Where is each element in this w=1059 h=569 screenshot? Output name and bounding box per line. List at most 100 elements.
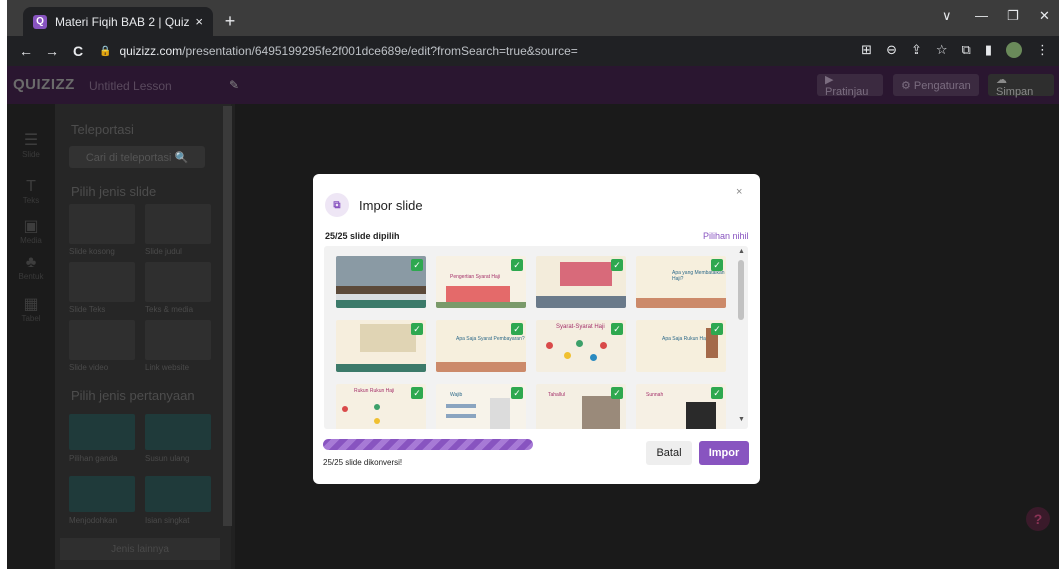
slide-thumbnail[interactable]: ✓ bbox=[336, 256, 426, 308]
slide-thumbnail[interactable]: Pengertian Syarat Haji ✓ bbox=[436, 256, 526, 308]
selected-count: 25/25 slide dipilih bbox=[325, 231, 400, 241]
thumb-text: Apa yang Membatalkan Haji? bbox=[672, 270, 725, 282]
url-host: quizizz.com bbox=[119, 44, 183, 58]
thumb-text: Apa Saja Rukun Haji? bbox=[662, 336, 711, 342]
editor-header: QUIZIZZ Untitled Lesson ✎ ▶ Pratinjau ⚙ … bbox=[7, 66, 1059, 104]
rail-item-text[interactable]: T Teks bbox=[7, 178, 55, 205]
sidebar-icon[interactable]: ▮ bbox=[985, 42, 992, 58]
rail-label: Tabel bbox=[21, 314, 41, 323]
back-icon[interactable]: ← bbox=[13, 43, 39, 59]
selected-check-icon: ✓ bbox=[411, 323, 423, 335]
slide-thumbnail[interactable]: Syarat-Syarat Haji ✓ bbox=[536, 320, 626, 372]
question-type-reorder[interactable] bbox=[145, 414, 211, 450]
slide-thumbnail[interactable]: Apa Saja Syarat Pembayaran? ✓ bbox=[436, 320, 526, 372]
rail-label: Teks bbox=[22, 196, 40, 205]
edit-title-pencil-icon[interactable]: ✎ bbox=[229, 78, 239, 92]
scroll-up-icon[interactable]: ▲ bbox=[738, 248, 745, 255]
modal-title: Impor slide bbox=[359, 198, 423, 213]
thumb-text: Apa Saja Syarat Pembayaran? bbox=[456, 336, 525, 342]
thumb-text: Sunnah bbox=[646, 392, 664, 398]
restore-icon[interactable]: ❐ bbox=[1007, 8, 1019, 24]
thumb-text: Pengertian Syarat Haji bbox=[450, 274, 501, 280]
more-types-button[interactable]: Jenis lainnya bbox=[60, 538, 220, 560]
close-tab-icon[interactable]: × bbox=[195, 14, 203, 29]
settings-button[interactable]: ⚙ Pengaturan bbox=[893, 74, 979, 96]
question-type-label: Susun ulang bbox=[145, 454, 190, 463]
reload-icon[interactable]: C bbox=[65, 43, 91, 59]
lesson-title[interactable]: Untitled Lesson bbox=[89, 79, 172, 93]
conversion-progress-bar bbox=[323, 439, 533, 450]
rail-label: Bentuk bbox=[18, 272, 44, 281]
left-tool-rail: ☰ Slide T Teks ▣ Media ♣ Bentuk ▦ Tabel bbox=[7, 104, 55, 569]
selected-check-icon: ✓ bbox=[711, 259, 723, 271]
slide-type-title: Pilih jenis slide bbox=[71, 184, 157, 199]
selected-check-icon: ✓ bbox=[711, 323, 723, 335]
profile-avatar[interactable] bbox=[1006, 42, 1022, 58]
forward-icon[interactable]: → bbox=[39, 43, 65, 59]
save-button[interactable]: ☁ Simpan bbox=[988, 74, 1054, 98]
tab-search-dropdown-icon[interactable]: ∨ bbox=[942, 8, 952, 24]
close-window-icon[interactable]: ✕ bbox=[1039, 8, 1050, 24]
browser-tab[interactable]: Q Materi Fiqih BAB 2 | Quizizz × bbox=[23, 7, 213, 36]
question-type-short-answer[interactable] bbox=[145, 476, 211, 512]
slide-type-website[interactable] bbox=[145, 320, 211, 360]
bookmark-star-icon[interactable]: ☆ bbox=[936, 42, 948, 58]
lock-icon: 🔒 bbox=[99, 45, 112, 57]
preview-button[interactable]: ▶ Pratinjau bbox=[817, 74, 883, 98]
extensions-icon[interactable]: ⧉ bbox=[962, 42, 971, 58]
selected-check-icon: ✓ bbox=[411, 387, 423, 399]
url-path: /presentation/6495199295fe2f001dce689e/e… bbox=[182, 44, 578, 58]
slide-thumbnail[interactable]: ✓ bbox=[536, 256, 626, 308]
slide-type-label: Teks & media bbox=[145, 305, 194, 314]
question-type-multiple-choice[interactable] bbox=[69, 414, 135, 450]
cancel-button[interactable]: Batal bbox=[646, 441, 692, 465]
rail-item-table[interactable]: ▦ Tabel bbox=[7, 294, 55, 323]
rail-item-slide[interactable]: ☰ Slide bbox=[7, 130, 55, 159]
question-type-label: Isian singkat bbox=[145, 516, 190, 525]
grid-scrollbar-thumb[interactable] bbox=[738, 260, 744, 320]
question-type-label: Menjodohkan bbox=[69, 516, 118, 525]
question-type-title: Pilih jenis pertanyaan bbox=[71, 388, 195, 403]
url-field[interactable]: 🔒 quizizz.com/presentation/6495199295fe2… bbox=[99, 42, 578, 60]
new-tab-button[interactable]: + bbox=[219, 10, 241, 32]
selected-check-icon: ✓ bbox=[511, 387, 523, 399]
rail-item-shapes[interactable]: ♣ Bentuk bbox=[7, 254, 55, 281]
slide-thumbnail[interactable]: Apa yang Membatalkan Haji? ✓ bbox=[636, 256, 726, 308]
slide-type-label: Slide video bbox=[69, 363, 109, 372]
slide-thumbnail[interactable]: Wajib ✓ bbox=[436, 384, 526, 429]
panel-scrollbar[interactable] bbox=[223, 106, 232, 526]
help-button[interactable]: ? bbox=[1026, 507, 1050, 531]
clear-selection-link[interactable]: Pilihan nihil bbox=[703, 231, 749, 241]
thumb-text: Syarat-Syarat Haji bbox=[556, 324, 605, 330]
slide-type-title-tile[interactable] bbox=[145, 204, 211, 244]
slide-type-blank[interactable] bbox=[69, 204, 135, 244]
minimize-icon[interactable]: — bbox=[975, 8, 988, 23]
slide-type-text-media[interactable] bbox=[145, 262, 211, 302]
rail-label: Media bbox=[20, 236, 42, 245]
slide-type-text[interactable] bbox=[69, 262, 135, 302]
close-modal-icon[interactable]: × bbox=[736, 186, 742, 198]
quizizz-logo[interactable]: QUIZIZZ bbox=[13, 76, 75, 93]
slide-thumbnail[interactable]: ✓ bbox=[336, 320, 426, 372]
menu-kebab-icon[interactable]: ⋮ bbox=[1036, 42, 1049, 58]
slide-type-label: Link website bbox=[145, 363, 190, 372]
slide-thumbnail[interactable]: Rukun Rukun Haji ✓ bbox=[336, 384, 426, 429]
slide-thumbnail[interactable]: Sunnah ✓ bbox=[636, 384, 726, 429]
slide-thumbnail[interactable]: Tahallul ✓ bbox=[536, 384, 626, 429]
question-type-match[interactable] bbox=[69, 476, 135, 512]
scroll-down-icon[interactable]: ▼ bbox=[738, 416, 745, 423]
zoom-icon[interactable]: ⊖ bbox=[886, 42, 897, 58]
shapes-icon: ♣ bbox=[25, 254, 37, 271]
conversion-status: 25/25 slide dikonversi! bbox=[323, 458, 403, 467]
selected-check-icon: ✓ bbox=[611, 387, 623, 399]
rail-item-media[interactable]: ▣ Media bbox=[7, 216, 55, 245]
slide-thumbnail[interactable]: Apa Saja Rukun Haji? ✓ bbox=[636, 320, 726, 372]
import-button[interactable]: Impor bbox=[699, 441, 749, 465]
teleport-search-input[interactable]: Cari di teleportasi 🔍 bbox=[69, 146, 205, 168]
translate-icon[interactable]: ⊞ bbox=[861, 42, 872, 58]
thumb-text: Rukun Rukun Haji bbox=[354, 388, 395, 394]
selected-check-icon: ✓ bbox=[611, 259, 623, 271]
slide-type-video[interactable] bbox=[69, 320, 135, 360]
question-type-label: Pilihan ganda bbox=[69, 454, 118, 463]
share-icon[interactable]: ⇪ bbox=[911, 42, 922, 58]
